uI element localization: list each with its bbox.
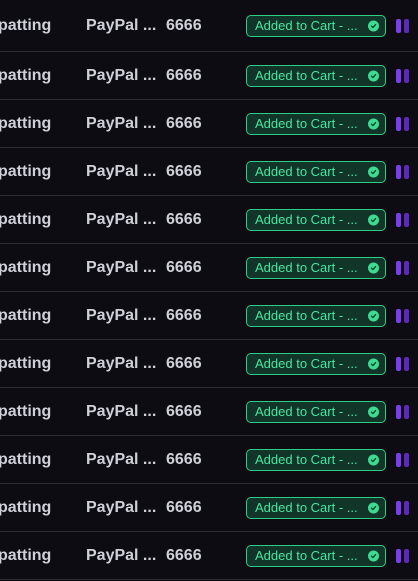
quantity-cell: 6666 (166, 354, 202, 372)
check-circle-icon (368, 20, 379, 31)
task-name-cell: patting (0, 114, 52, 132)
check-circle-icon (368, 214, 379, 225)
status-badge: Added to Cart - ... (246, 400, 386, 423)
check-circle-icon (368, 406, 379, 417)
check-circle-icon (368, 358, 379, 369)
task-name-cell: patting (0, 66, 52, 84)
status-badge: Added to Cart - ... (246, 160, 386, 183)
drag-handle-icon[interactable] (396, 164, 410, 179)
check-circle-icon (368, 454, 379, 465)
status-badge-label: Added to Cart - ... (255, 547, 358, 563)
quantity-cell: 6666 (166, 306, 202, 324)
status-badge: Added to Cart - ... (246, 544, 386, 567)
quantity-cell: 6666 (166, 258, 202, 276)
quantity-cell: 6666 (166, 66, 202, 84)
status-badge: Added to Cart - ... (246, 208, 386, 231)
quantity-cell: 6666 (166, 210, 202, 228)
quantity-cell: 6666 (166, 498, 202, 516)
drag-handle-icon[interactable] (396, 356, 410, 371)
task-name-cell: patting (0, 258, 52, 276)
task-name-cell: patting (0, 16, 52, 34)
status-badge: Added to Cart - ... (246, 304, 386, 327)
task-name-cell: patting (0, 450, 52, 468)
payment-method-cell: PayPal ... (86, 354, 157, 372)
table-row[interactable]: patting PayPal ... 6666 Added to Cart - … (0, 52, 418, 100)
table-row[interactable]: patting PayPal ... 6666 Added to Cart - … (0, 532, 418, 580)
payment-method-cell: PayPal ... (86, 16, 157, 34)
task-name-cell: patting (0, 498, 52, 516)
status-badge-label: Added to Cart - ... (255, 17, 358, 33)
table-row[interactable]: patting PayPal ... 6666 Added to Cart - … (0, 292, 418, 340)
table-row[interactable]: patting PayPal ... 6666 Added to Cart - … (0, 340, 418, 388)
quantity-cell: 6666 (166, 114, 202, 132)
quantity-cell: 6666 (166, 450, 202, 468)
payment-method-cell: PayPal ... (86, 450, 157, 468)
task-name-cell: patting (0, 354, 52, 372)
drag-handle-icon[interactable] (396, 68, 410, 83)
drag-handle-icon[interactable] (396, 116, 410, 131)
payment-method-cell: PayPal ... (86, 114, 157, 132)
check-circle-icon (368, 70, 379, 81)
drag-handle-icon[interactable] (396, 260, 410, 275)
drag-handle-icon[interactable] (396, 18, 410, 33)
status-badge-label: Added to Cart - ... (255, 211, 358, 227)
drag-handle-icon[interactable] (396, 308, 410, 323)
task-name-cell: patting (0, 162, 52, 180)
drag-handle-icon[interactable] (396, 404, 410, 419)
task-table: patting PayPal ... 6666 Added to Cart - … (0, 0, 418, 581)
status-badge-label: Added to Cart - ... (255, 403, 358, 419)
quantity-cell: 6666 (166, 162, 202, 180)
task-name-cell: patting (0, 402, 52, 420)
check-circle-icon (368, 118, 379, 129)
check-circle-icon (368, 550, 379, 561)
drag-handle-icon[interactable] (396, 452, 410, 467)
check-circle-icon (368, 262, 379, 273)
status-badge-label: Added to Cart - ... (255, 307, 358, 323)
payment-method-cell: PayPal ... (86, 66, 157, 84)
status-badge-label: Added to Cart - ... (255, 451, 358, 467)
check-circle-icon (368, 166, 379, 177)
status-badge-label: Added to Cart - ... (255, 259, 358, 275)
check-circle-icon (368, 310, 379, 321)
payment-method-cell: PayPal ... (86, 306, 157, 324)
status-badge: Added to Cart - ... (246, 256, 386, 279)
table-row[interactable]: patting PayPal ... 6666 Added to Cart - … (0, 0, 418, 52)
payment-method-cell: PayPal ... (86, 498, 157, 516)
status-badge-label: Added to Cart - ... (255, 163, 358, 179)
status-badge: Added to Cart - ... (246, 14, 386, 37)
table-row[interactable]: patting PayPal ... 6666 Added to Cart - … (0, 196, 418, 244)
table-row[interactable]: patting PayPal ... 6666 Added to Cart - … (0, 388, 418, 436)
status-badge: Added to Cart - ... (246, 112, 386, 135)
payment-method-cell: PayPal ... (86, 546, 157, 564)
table-row[interactable]: patting PayPal ... 6666 Added to Cart - … (0, 244, 418, 292)
status-badge-label: Added to Cart - ... (255, 499, 358, 515)
table-row[interactable]: patting PayPal ... 6666 Added to Cart - … (0, 100, 418, 148)
table-row[interactable]: patting PayPal ... 6666 Added to Cart - … (0, 484, 418, 532)
drag-handle-icon[interactable] (396, 548, 410, 563)
table-row[interactable]: patting PayPal ... 6666 Added to Cart - … (0, 148, 418, 196)
status-badge: Added to Cart - ... (246, 496, 386, 519)
drag-handle-icon[interactable] (396, 212, 410, 227)
status-badge-label: Added to Cart - ... (255, 67, 358, 83)
payment-method-cell: PayPal ... (86, 258, 157, 276)
status-badge-label: Added to Cart - ... (255, 115, 358, 131)
table-row[interactable]: patting PayPal ... 6666 Added to Cart - … (0, 436, 418, 484)
quantity-cell: 6666 (166, 16, 202, 34)
quantity-cell: 6666 (166, 546, 202, 564)
payment-method-cell: PayPal ... (86, 162, 157, 180)
task-name-cell: patting (0, 306, 52, 324)
status-badge: Added to Cart - ... (246, 64, 386, 87)
task-name-cell: patting (0, 546, 52, 564)
quantity-cell: 6666 (166, 402, 202, 420)
drag-handle-icon[interactable] (396, 500, 410, 515)
task-name-cell: patting (0, 210, 52, 228)
status-badge: Added to Cart - ... (246, 448, 386, 471)
check-circle-icon (368, 502, 379, 513)
status-badge-label: Added to Cart - ... (255, 355, 358, 371)
payment-method-cell: PayPal ... (86, 210, 157, 228)
status-badge: Added to Cart - ... (246, 352, 386, 375)
payment-method-cell: PayPal ... (86, 402, 157, 420)
